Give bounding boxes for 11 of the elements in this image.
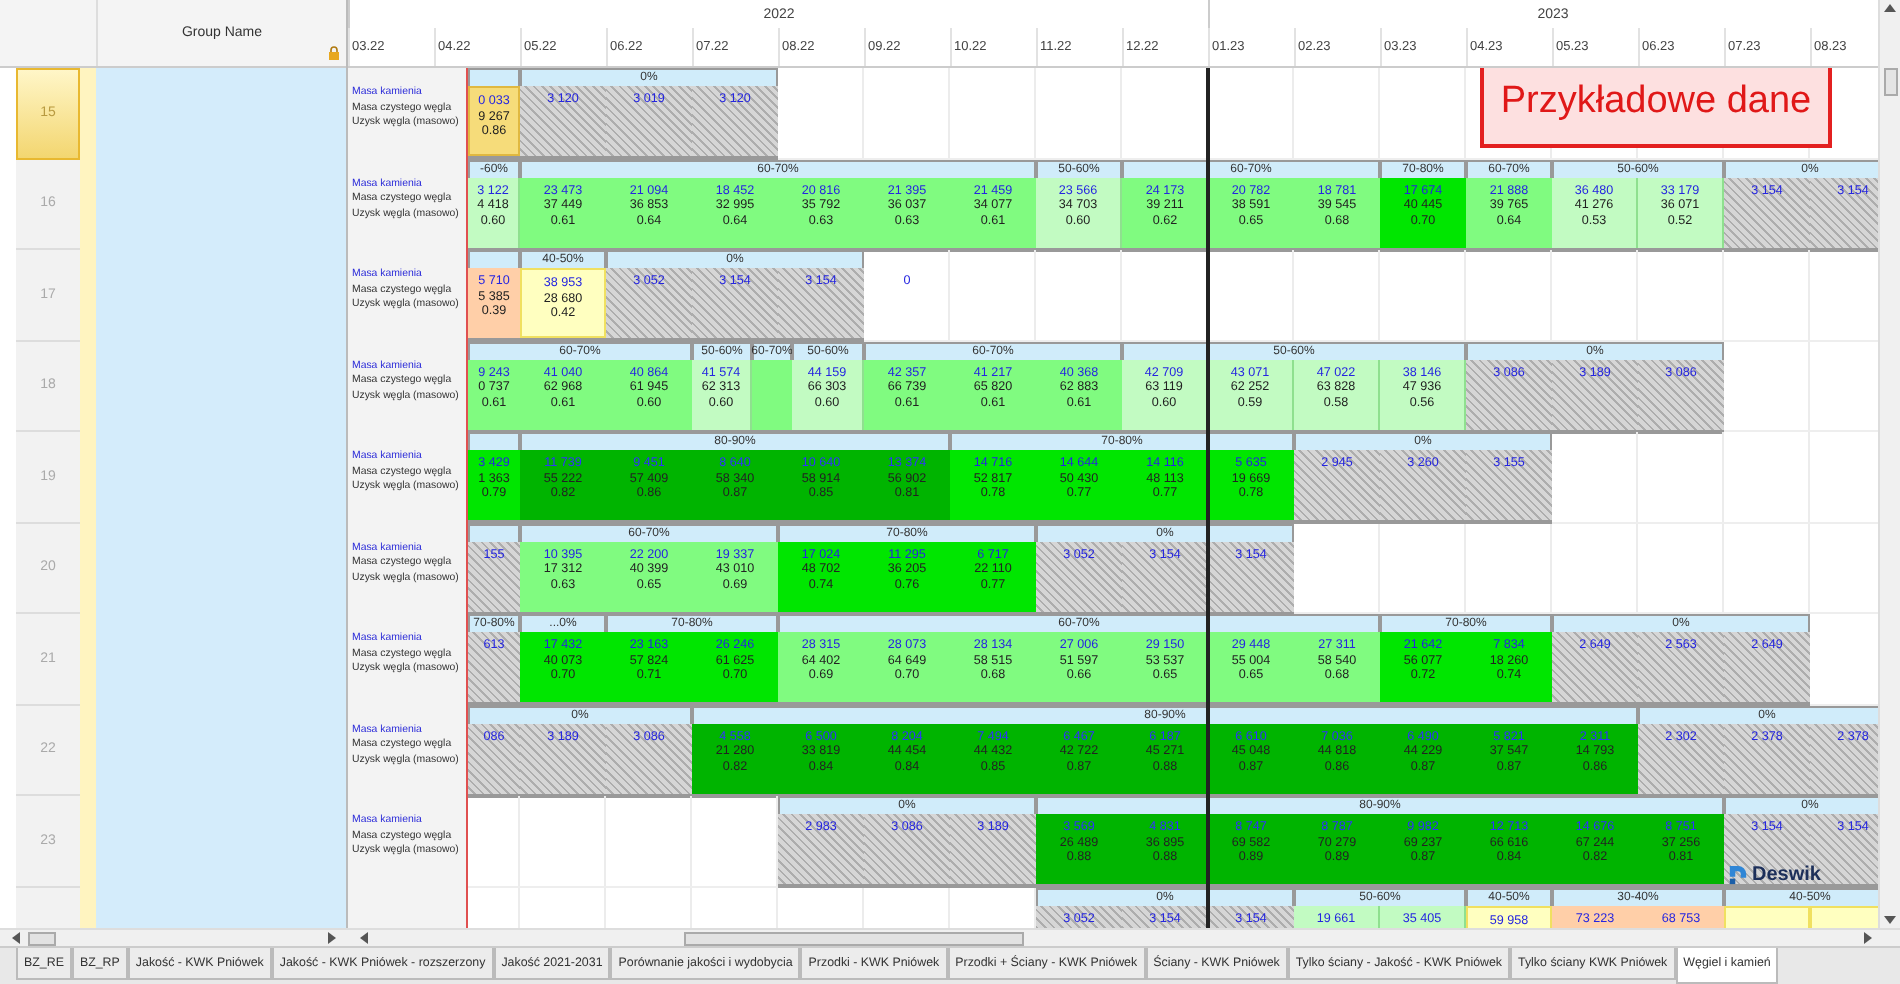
sample-data-stamp: Przykładowe dane: [1480, 68, 1832, 148]
scroll-thumb[interactable]: [684, 931, 1024, 945]
quality-band: [468, 68, 520, 86]
data-cell: [752, 359, 792, 429]
logo-text: Deswik: [1752, 865, 1821, 885]
quality-band: [468, 250, 520, 268]
scroll-thumb[interactable]: [28, 931, 56, 945]
logo-icon: [1728, 864, 1748, 886]
scroll-up-icon[interactable]: [1882, 0, 1898, 16]
lock-icon: [328, 46, 340, 60]
scroll-thumb[interactable]: [1883, 68, 1897, 96]
